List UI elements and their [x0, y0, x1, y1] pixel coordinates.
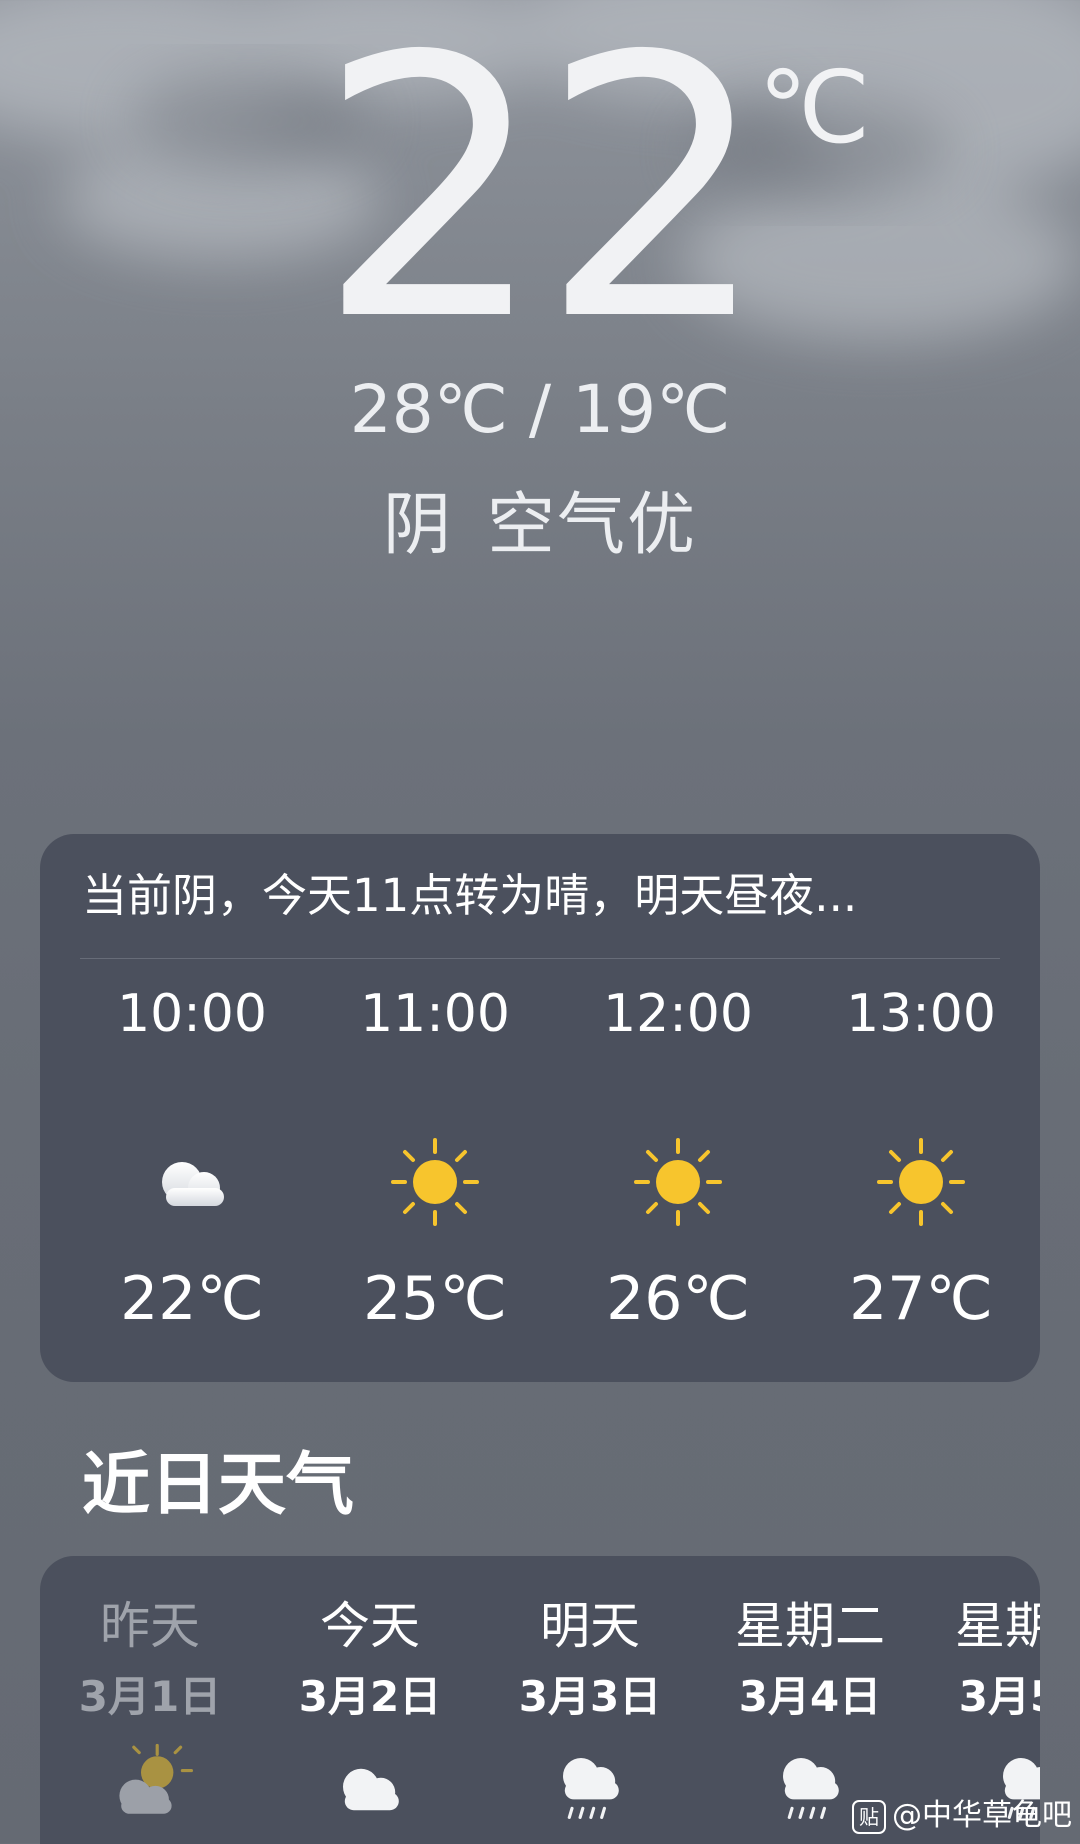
- forecast-summary[interactable]: 当前阴，今天11点转为晴，明天昼夜...: [82, 866, 1002, 926]
- rain-icon: [563, 1758, 619, 1819]
- hour-temperature: 27℃: [849, 1264, 993, 1334]
- temperature-unit: ℃: [758, 49, 871, 166]
- day-date: 3月2日: [298, 1672, 442, 1721]
- day-item-yesterday[interactable]: 昨天 3月1日: [40, 1556, 260, 1844]
- sunny-icon: [634, 1138, 722, 1226]
- hourly-item: 11:00 25℃: [313, 984, 557, 1364]
- day-name: 明天: [540, 1597, 640, 1655]
- watermark-text: @中华草龟吧: [892, 1798, 1072, 1833]
- current-temperature: 22: [316, 0, 769, 399]
- hourly-item: 13:00 27℃: [799, 984, 1043, 1364]
- hourly-item: 12:00 26℃: [556, 984, 800, 1364]
- day-name: 今天: [320, 1597, 420, 1655]
- partly-cloudy-icon: [119, 1743, 193, 1814]
- sunny-icon: [391, 1138, 479, 1226]
- air-quality[interactable]: 空气优: [487, 486, 697, 565]
- day-name: 星期三: [955, 1597, 1040, 1655]
- hour-temperature: 26℃: [606, 1264, 750, 1334]
- day-item-today[interactable]: 今天 3月2日: [260, 1556, 480, 1844]
- day-item-tomorrow[interactable]: 明天 3月3日: [480, 1556, 700, 1844]
- weather-condition: 阴: [382, 486, 453, 565]
- day-name: 昨天: [100, 1597, 200, 1655]
- hour-time: 11:00: [360, 984, 510, 1044]
- divider: [80, 958, 1000, 959]
- sunny-icon: [877, 1138, 965, 1226]
- hourly-forecast-card[interactable]: 当前阴，今天11点转为晴，明天昼夜... 10:00 22℃ 11:00 25℃…: [40, 834, 1040, 1382]
- day-date: 3月5日: [958, 1672, 1040, 1721]
- day-name: 星期二: [735, 1597, 885, 1655]
- condition-line: 阴空气优: [0, 490, 1080, 562]
- rain-icon: [783, 1758, 839, 1819]
- hourly-item: 10:00 22℃: [70, 984, 314, 1364]
- cloudy-icon: [343, 1768, 399, 1811]
- day-date: 3月4日: [738, 1672, 882, 1721]
- hour-time: 13:00: [846, 984, 996, 1044]
- current-weather: 22 ℃ 28℃ / 19℃ 阴空气优: [0, 0, 1080, 600]
- tieba-logo-icon: 贴: [852, 1799, 886, 1834]
- temperature-range: 28℃ / 19℃: [349, 371, 731, 448]
- hour-time: 12:00: [603, 984, 753, 1044]
- cloudy-icon: [162, 1162, 224, 1206]
- hour-temperature: 25℃: [363, 1264, 507, 1334]
- watermark: 贴 @中华草龟吧: [852, 1796, 1072, 1836]
- hour-time: 10:00: [117, 984, 267, 1044]
- day-date: 3月3日: [518, 1672, 662, 1721]
- day-date: 3月1日: [78, 1672, 222, 1721]
- daily-section-title: 近日天气: [82, 1446, 355, 1525]
- hour-temperature: 22℃: [120, 1264, 264, 1334]
